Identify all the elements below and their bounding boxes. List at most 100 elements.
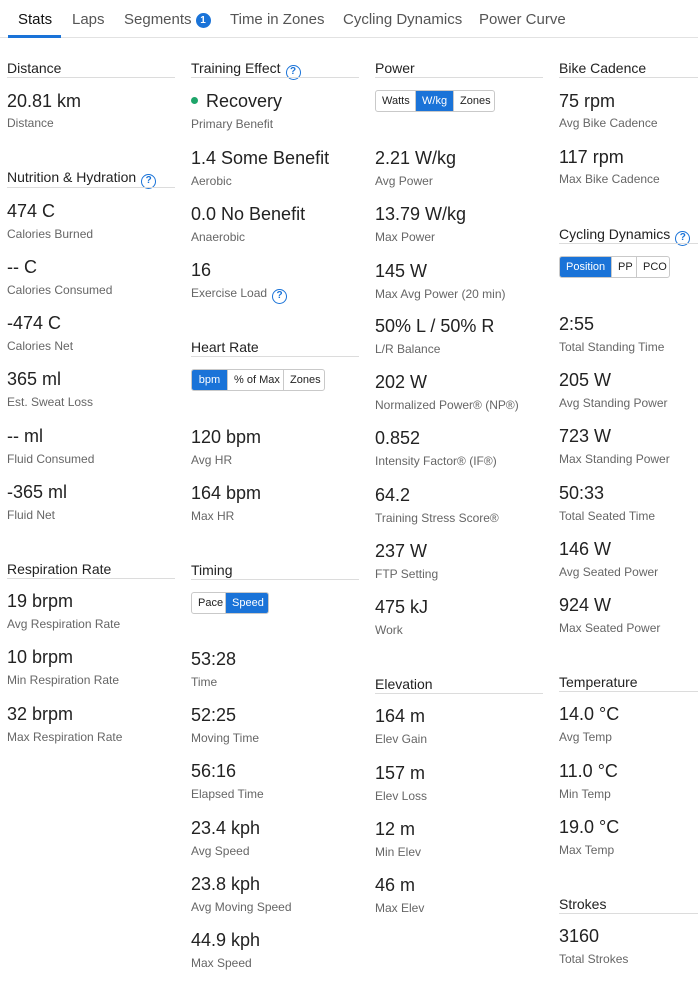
power-unit-toggle: Watts W/kg Zones <box>375 90 495 112</box>
respiration-max-value: 32 brpm <box>7 704 74 724</box>
hr-toggle-zones[interactable]: Zones <box>284 370 324 390</box>
power-title: Power <box>375 60 415 76</box>
power-toggle-zones[interactable]: Zones <box>454 91 494 111</box>
avg-seated-power-value: 146 W <box>559 539 612 559</box>
fluid-net-label: Fluid Net <box>7 508 56 522</box>
avg-temp-label: Avg Temp <box>559 730 612 744</box>
cd-toggle-pco[interactable]: PCO <box>637 257 669 277</box>
max-cadence-value: 117 rpm <box>559 147 624 167</box>
primary-benefit-label: Primary Benefit <box>191 117 274 131</box>
max-elev-label: Max Elev <box>375 901 425 915</box>
work-value: 475 kJ <box>375 597 429 617</box>
respiration-max-label: Max Respiration Rate <box>7 730 123 744</box>
question-circle-icon[interactable]: ? <box>272 289 288 304</box>
hr-toggle-bpm[interactable]: bpm <box>192 370 228 390</box>
section-divider <box>191 77 359 78</box>
avg-moving-speed-label: Avg Moving Speed <box>191 900 292 914</box>
active-tab-indicator <box>8 35 61 38</box>
section-divider <box>375 77 543 78</box>
standing-time-label: Total Standing Time <box>559 340 665 354</box>
time-value: 53:28 <box>191 649 237 669</box>
power-toggle-wkg[interactable]: W/kg <box>416 91 454 111</box>
timing-toggle-speed[interactable]: Speed <box>226 593 268 613</box>
cd-toggle-position[interactable]: Position <box>560 257 612 277</box>
avg-moving-speed-value: 23.8 kph <box>191 874 261 894</box>
tab-cycling-dynamics[interactable]: Cycling Dynamics <box>343 11 462 28</box>
anaerobic-label: Anaerobic <box>191 230 246 244</box>
bike-cadence-title: Bike Cadence <box>559 60 647 76</box>
tab-time-in-zones[interactable]: Time in Zones <box>230 11 324 28</box>
max-power-label: Max Power <box>375 230 436 244</box>
max-speed-value: 44.9 kph <box>191 930 261 950</box>
section-divider <box>559 691 698 692</box>
tss-value: 64.2 <box>375 485 411 505</box>
respiration-min-value: 10 brpm <box>7 647 74 667</box>
min-temp-value: 11.0 °C <box>559 761 618 781</box>
elev-gain-label: Elev Gain <box>375 732 428 746</box>
seated-time-value: 50:33 <box>559 483 605 503</box>
total-strokes-value: 3160 <box>559 926 600 946</box>
timing-unit-toggle: Pace Speed <box>191 592 269 614</box>
training-effect-title-text: Training Effect <box>191 60 281 76</box>
ftp-value: 237 W <box>375 541 428 561</box>
avg-power-value: 2.21 W/kg <box>375 148 457 168</box>
section-divider <box>191 356 359 357</box>
max-hr-value: 164 bpm <box>191 483 262 503</box>
lr-balance-label: L/R Balance <box>375 342 441 356</box>
section-divider <box>7 77 175 78</box>
tab-segments[interactable]: Segments 1 <box>124 11 211 28</box>
max-seated-power-value: 924 W <box>559 595 612 615</box>
np-value: 202 W <box>375 372 428 392</box>
ftp-label: FTP Setting <box>375 567 439 581</box>
avg-hr-value: 120 bpm <box>191 427 262 447</box>
section-divider <box>7 187 175 188</box>
if-label: Intensity Factor® (IF®) <box>375 454 497 468</box>
standing-time-value: 2:55 <box>559 314 595 334</box>
anaerobic-value: 0.0 No Benefit <box>191 204 306 224</box>
avg-standing-power-value: 205 W <box>559 370 612 390</box>
calories-consumed-label: Calories Consumed <box>7 283 113 297</box>
elapsed-time-value: 56:16 <box>191 761 237 781</box>
tab-stats[interactable]: Stats <box>18 11 52 28</box>
max-standing-power-value: 723 W <box>559 426 612 446</box>
lr-balance-value: 50% L / 50% R <box>375 316 495 336</box>
heart-rate-title: Heart Rate <box>191 339 259 355</box>
max-standing-power-label: Max Standing Power <box>559 452 670 466</box>
timing-toggle-pace[interactable]: Pace <box>192 593 226 613</box>
segments-count-badge: 1 <box>195 13 211 28</box>
elapsed-time-label: Elapsed Time <box>191 787 264 801</box>
hr-toggle-percent-max[interactable]: % of Max <box>228 370 284 390</box>
heart-rate-unit-toggle: bpm % of Max Zones <box>191 369 325 391</box>
avg-cadence-value: 75 rpm <box>559 91 616 111</box>
aerobic-label: Aerobic <box>191 174 232 188</box>
min-elev-label: Min Elev <box>375 845 422 859</box>
timing-title: Timing <box>191 562 233 578</box>
tab-bar: Stats Laps Segments 1 Time in Zones Cycli… <box>0 0 698 38</box>
avg-speed-value: 23.4 kph <box>191 818 261 838</box>
tab-power-curve[interactable]: Power Curve <box>479 11 566 28</box>
fluid-consumed-value: -- ml <box>7 426 43 446</box>
tab-laps[interactable]: Laps <box>72 11 105 28</box>
tab-segments-label: Segments <box>124 11 192 28</box>
avg-seated-power-label: Avg Seated Power <box>559 565 659 579</box>
respiration-avg-label: Avg Respiration Rate <box>7 617 121 631</box>
section-divider <box>559 913 698 914</box>
seated-time-label: Total Seated Time <box>559 509 656 523</box>
strokes-title: Strokes <box>559 896 607 912</box>
nutrition-title: Nutrition & Hydration? <box>7 169 157 189</box>
max-hr-label: Max HR <box>191 509 235 523</box>
calories-burned-value: 474 C <box>7 201 56 221</box>
elevation-title: Elevation <box>375 676 433 692</box>
cd-toggle-pp[interactable]: PP <box>612 257 637 277</box>
distance-label: Distance <box>7 116 54 130</box>
if-value: 0.852 <box>375 428 421 448</box>
distance-value: 20.81 km <box>7 91 82 111</box>
avg-speed-label: Avg Speed <box>191 844 250 858</box>
section-divider <box>559 77 698 78</box>
fluid-net-value: -365 ml <box>7 482 68 502</box>
avg-standing-power-label: Avg Standing Power <box>559 396 668 410</box>
power-toggle-watts[interactable]: Watts <box>376 91 416 111</box>
section-divider <box>7 578 175 579</box>
primary-benefit-value: Recovery <box>191 91 282 112</box>
respiration-title: Respiration Rate <box>7 561 112 577</box>
